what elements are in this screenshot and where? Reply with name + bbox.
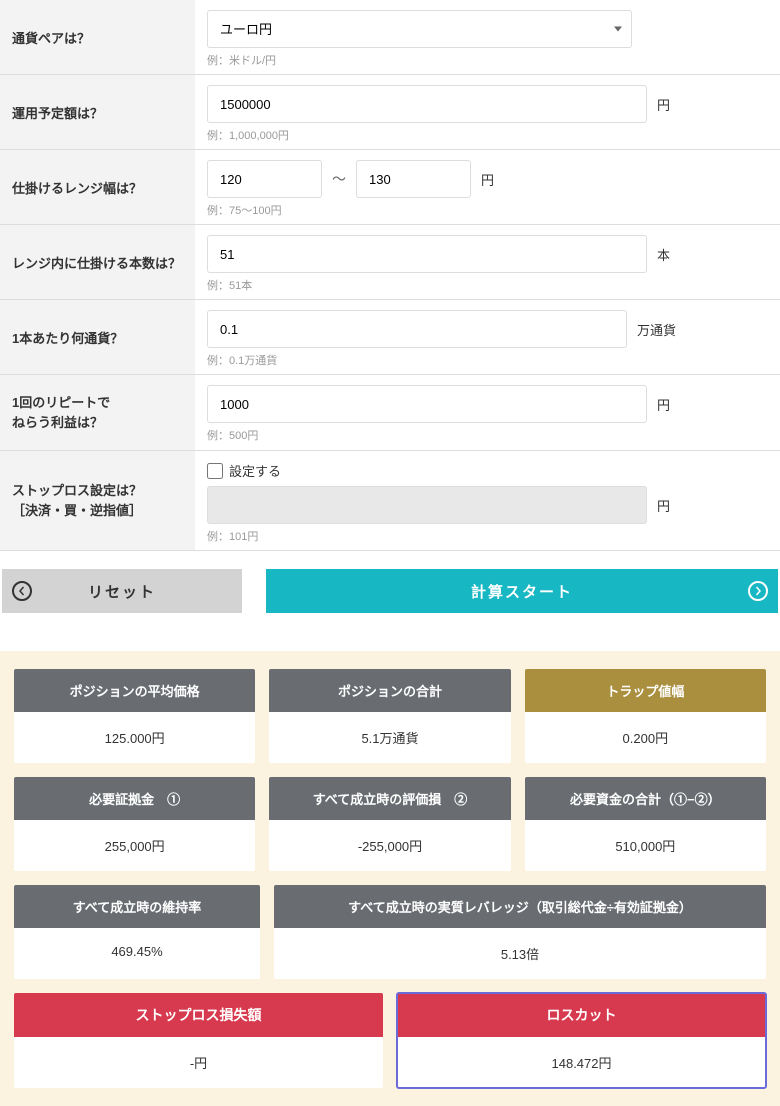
result-card-required-funds: 必要資金の合計（①−②） 510,000円	[525, 777, 766, 871]
profit-label: 1回のリピートでねらう利益は？	[0, 375, 195, 450]
lot-input[interactable]	[207, 310, 627, 348]
lot-unit: 万通貨	[637, 320, 676, 339]
reset-button[interactable]: リセット	[2, 569, 242, 613]
stoploss-input	[207, 486, 647, 524]
result-card-valuation-loss: すべて成立時の評価損 ② -255,000円	[269, 777, 510, 871]
stoploss-checkbox[interactable]	[207, 463, 223, 479]
stoploss-hint: 例：101円	[207, 528, 768, 544]
range-to-input[interactable]	[356, 160, 471, 198]
profit-hint: 例：500円	[207, 427, 768, 443]
stoploss-checkbox-label: 設定する	[229, 461, 281, 480]
result-card-leverage: すべて成立時の実質レバレッジ（取引総代金÷有効証拠金） 5.13倍	[274, 885, 766, 979]
stoploss-label: ストップロス設定は？［決済・買・逆指値］	[0, 451, 195, 550]
result-card-position-total: ポジションの合計 5.1万通貨	[269, 669, 510, 763]
results-panel: ポジションの平均価格 125.000円 ポジションの合計 5.1万通貨 トラップ…	[0, 651, 780, 1106]
result-card-maintenance-rate: すべて成立時の維持率 469.45%	[14, 885, 260, 979]
count-label: レンジ内に仕掛ける本数は？	[0, 225, 195, 299]
lot-hint: 例：0.1万通貨	[207, 352, 768, 368]
range-from-input[interactable]	[207, 160, 322, 198]
result-card-trap-width: トラップ値幅 0.200円	[525, 669, 766, 763]
count-hint: 例：51本	[207, 277, 768, 293]
count-unit: 本	[657, 245, 670, 264]
budget-label: 運用予定額は？	[0, 75, 195, 149]
budget-input[interactable]	[207, 85, 647, 123]
range-unit: 円	[481, 170, 494, 189]
result-card-losscut: ロスカット 148.472円	[397, 993, 766, 1088]
result-card-avg-price: ポジションの平均価格 125.000円	[14, 669, 255, 763]
currency-pair-hint: 例：米ドル/円	[207, 52, 768, 68]
currency-pair-label: 通貨ペアは？	[0, 0, 195, 74]
chevron-left-icon	[12, 581, 32, 601]
result-card-stoploss-amount: ストップロス損失額 -円	[14, 993, 383, 1088]
count-input[interactable]	[207, 235, 647, 273]
range-tilde: ～	[332, 169, 346, 189]
budget-hint: 例：1,000,000円	[207, 127, 768, 143]
budget-unit: 円	[657, 95, 670, 114]
profit-unit: 円	[657, 395, 670, 414]
range-label: 仕掛けるレンジ幅は？	[0, 150, 195, 224]
profit-input[interactable]	[207, 385, 647, 423]
stoploss-unit: 円	[657, 496, 670, 515]
calculate-button[interactable]: 計算スタート	[266, 569, 778, 613]
chevron-right-icon	[748, 581, 768, 601]
currency-pair-select[interactable]: ユーロ円	[207, 10, 632, 48]
range-hint: 例：75～100円	[207, 202, 768, 218]
result-card-margin: 必要証拠金 ① 255,000円	[14, 777, 255, 871]
lot-label: 1本あたり何通貨？	[0, 300, 195, 374]
